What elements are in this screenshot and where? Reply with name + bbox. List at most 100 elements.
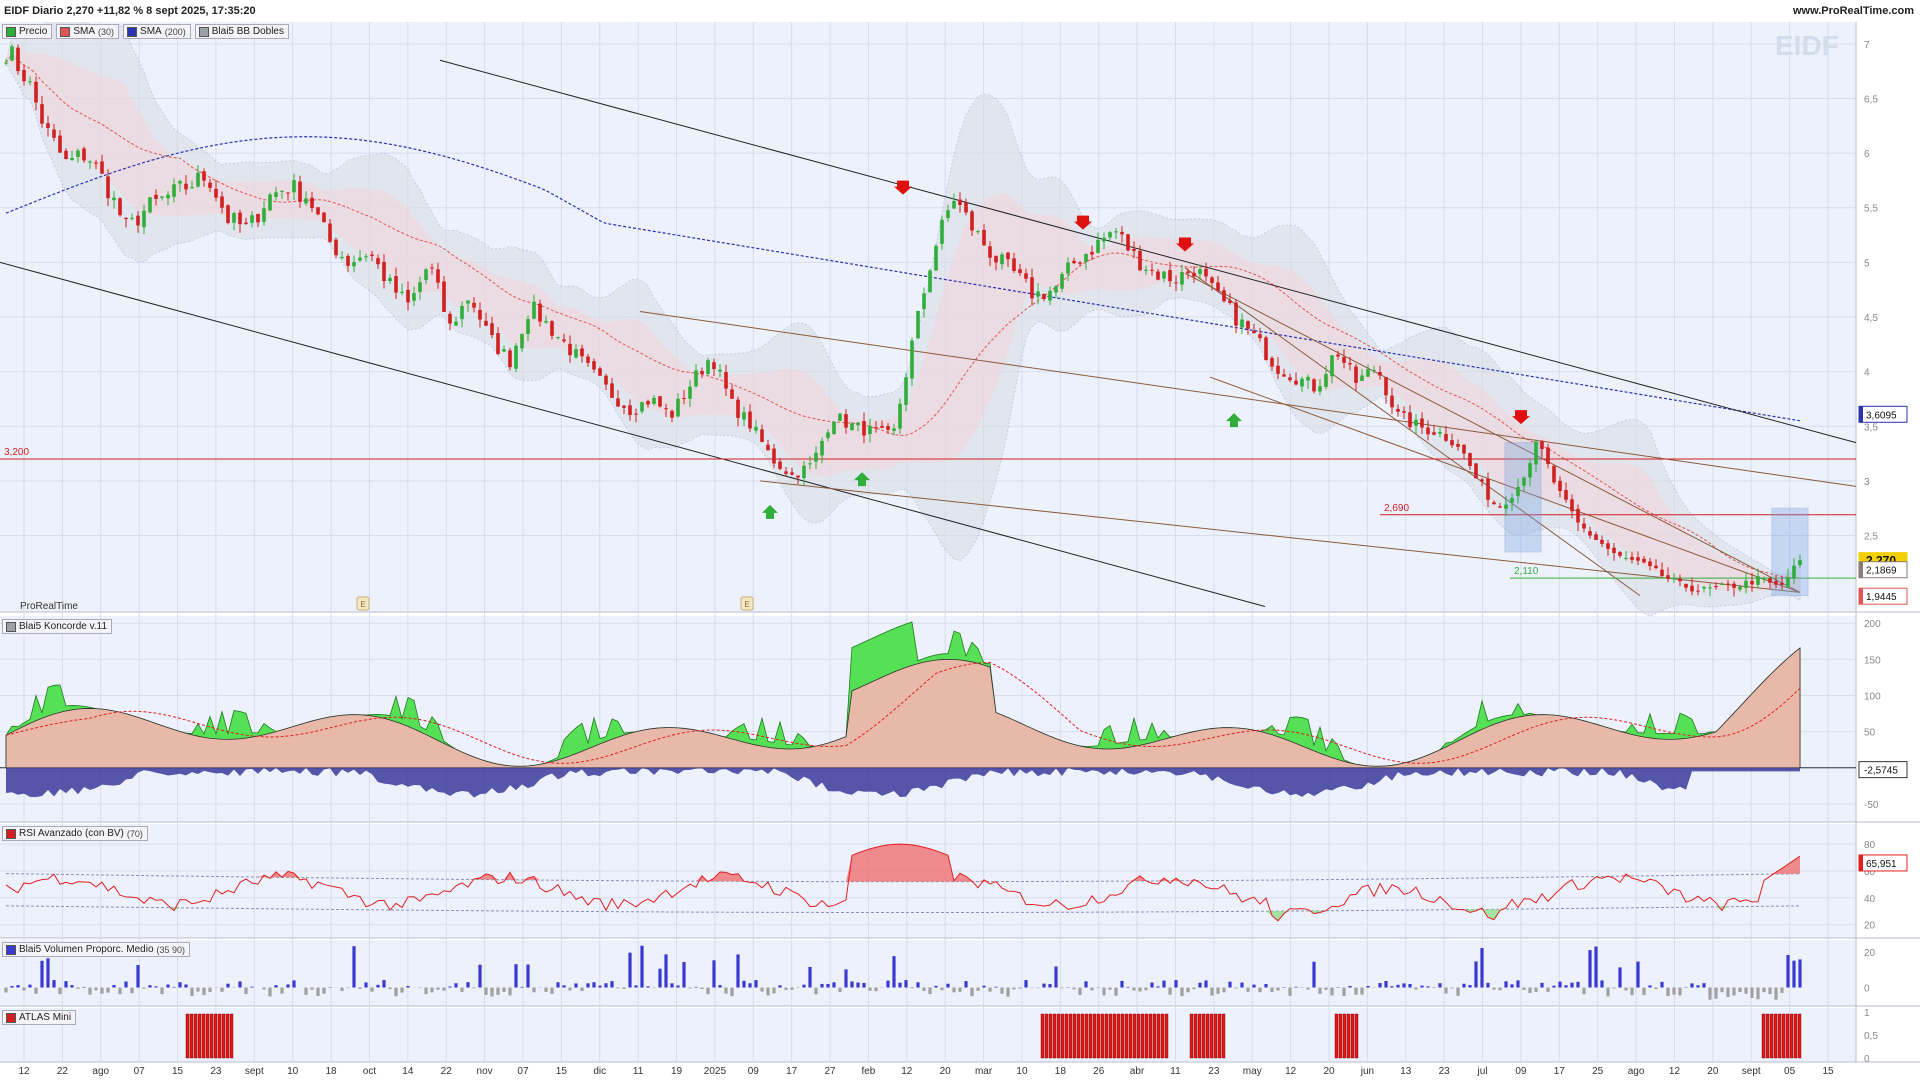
x-tick-label: 27: [824, 1066, 836, 1077]
candle-body: [52, 129, 56, 138]
candle-body: [1156, 271, 1160, 280]
volume-bar: [1354, 987, 1358, 995]
volume-bar: [1204, 980, 1208, 988]
koncorde-tick-label: 150: [1864, 655, 1881, 666]
candle-body: [508, 350, 512, 368]
symbol-watermark: EIDF: [1775, 30, 1839, 61]
volume-bar: [604, 983, 608, 988]
x-tick-label: oct: [363, 1066, 377, 1077]
volume-bar: [874, 987, 878, 992]
volume-bar: [1120, 980, 1124, 988]
volume-bar: [1738, 987, 1742, 993]
x-tick-label: 09: [748, 1066, 760, 1077]
candle-body: [1768, 578, 1772, 583]
candle-body: [454, 321, 458, 326]
volume-bar: [1174, 980, 1178, 988]
chart-window: EIDF Diario 2,270 +11,82 % 8 sept 2025, …: [0, 0, 1920, 1080]
site-url[interactable]: www.ProRealTime.com: [1793, 5, 1914, 17]
candle-body: [478, 309, 482, 320]
atlas-signal-bar: [1072, 1013, 1077, 1059]
legend-sma200[interactable]: SMA (200): [123, 24, 191, 39]
x-tick-label: 17: [786, 1066, 798, 1077]
koncorde-tick-label: 50: [1864, 728, 1876, 739]
candle-body: [112, 197, 116, 201]
candle-body: [682, 398, 686, 400]
atlas-signal-bar: [1048, 1013, 1053, 1059]
candle-body: [1318, 386, 1322, 392]
volume-bar: [1264, 983, 1268, 988]
candle-body: [1444, 433, 1448, 441]
candle-body: [340, 256, 344, 258]
candle-body: [1492, 502, 1496, 505]
candle-body: [1714, 586, 1718, 588]
candle-body: [1426, 427, 1430, 435]
volume-bar: [616, 987, 620, 989]
volume-bar: [406, 986, 410, 988]
x-tick-label: 20: [1323, 1066, 1335, 1077]
x-tick-label: 09: [1515, 1066, 1527, 1077]
candle-body: [1084, 253, 1088, 262]
volume-bar: [286, 984, 290, 988]
volume-bar: [34, 987, 38, 994]
volume-bar: [76, 987, 80, 989]
volume-bar: [1240, 982, 1244, 988]
rsi-panel-label[interactable]: RSI Avanzado (con BV) (70): [2, 826, 148, 841]
candle-body: [400, 291, 404, 293]
candle-body: [1450, 440, 1454, 446]
rsi-last-value: 65,951: [1866, 859, 1897, 870]
volume-bar: [946, 983, 950, 988]
candle-body: [1576, 508, 1580, 523]
candle-body: [1108, 232, 1112, 238]
legend-price[interactable]: Precio: [2, 24, 53, 39]
volume-bar: [388, 987, 392, 990]
volume-bar: [442, 987, 446, 991]
candle-body: [1420, 418, 1424, 428]
volume-bar: [1258, 987, 1262, 993]
volume-bar: [1540, 982, 1544, 988]
candle-body: [16, 47, 20, 72]
candle-body: [298, 181, 302, 202]
candle-body: [1090, 251, 1094, 255]
legend-bb[interactable]: Blai5 BB Dobles: [194, 24, 289, 39]
candle-body: [1270, 358, 1274, 367]
volume-bar: [340, 987, 344, 991]
volume-bar: [1126, 986, 1130, 988]
candle-body: [274, 192, 278, 197]
candle-body: [130, 217, 134, 219]
volume-bar: [1732, 987, 1736, 996]
chart-svg[interactable]: 12 22 ago 07 15 23 sept 10 18 oct 14 22 nov 07 15 dic 11…: [0, 0, 1920, 1080]
volume-bar: [202, 987, 206, 996]
volume-bar: [1228, 981, 1232, 988]
volume-tick-label: 0: [1864, 984, 1870, 995]
volume-bar: [46, 958, 50, 988]
volume-bar: [16, 985, 20, 988]
candle-body: [1522, 477, 1526, 486]
candle-body: [922, 293, 926, 309]
legend-param: (200): [164, 26, 186, 37]
volume-bar: [1318, 987, 1322, 994]
candle-body: [1300, 378, 1304, 387]
candle-body: [886, 426, 890, 430]
atlas-signal-bar: [1156, 1013, 1161, 1059]
volume-bar: [382, 980, 386, 988]
candle-body: [700, 370, 704, 375]
volume-bar: [1180, 987, 1184, 997]
price-label-text: 1,9445: [1866, 592, 1897, 603]
volume-panel-label[interactable]: Blai5 Volumen Proporc. Medio (35 90): [2, 942, 191, 957]
level-label: 2,110: [1514, 566, 1539, 577]
legend-sma30[interactable]: SMA (30): [56, 24, 120, 39]
price-tick-label: 4,5: [1864, 313, 1878, 324]
atlas-panel-label[interactable]: ATLAS Mini: [2, 1010, 77, 1025]
atlas-signal-bar: [1092, 1013, 1097, 1059]
candle-body: [670, 410, 674, 418]
volume-bar: [562, 985, 566, 988]
volume-bar: [1330, 987, 1334, 996]
volume-bar: [1360, 987, 1364, 995]
koncorde-panel-label[interactable]: Blai5 Koncorde v.11: [2, 619, 113, 634]
volume-bar: [676, 985, 680, 988]
candle-body: [124, 217, 128, 219]
volume-bar: [640, 945, 644, 988]
x-tick-label: 18: [1055, 1066, 1067, 1077]
atlas-signal-bar: [185, 1013, 190, 1059]
candle-body: [1774, 581, 1778, 585]
